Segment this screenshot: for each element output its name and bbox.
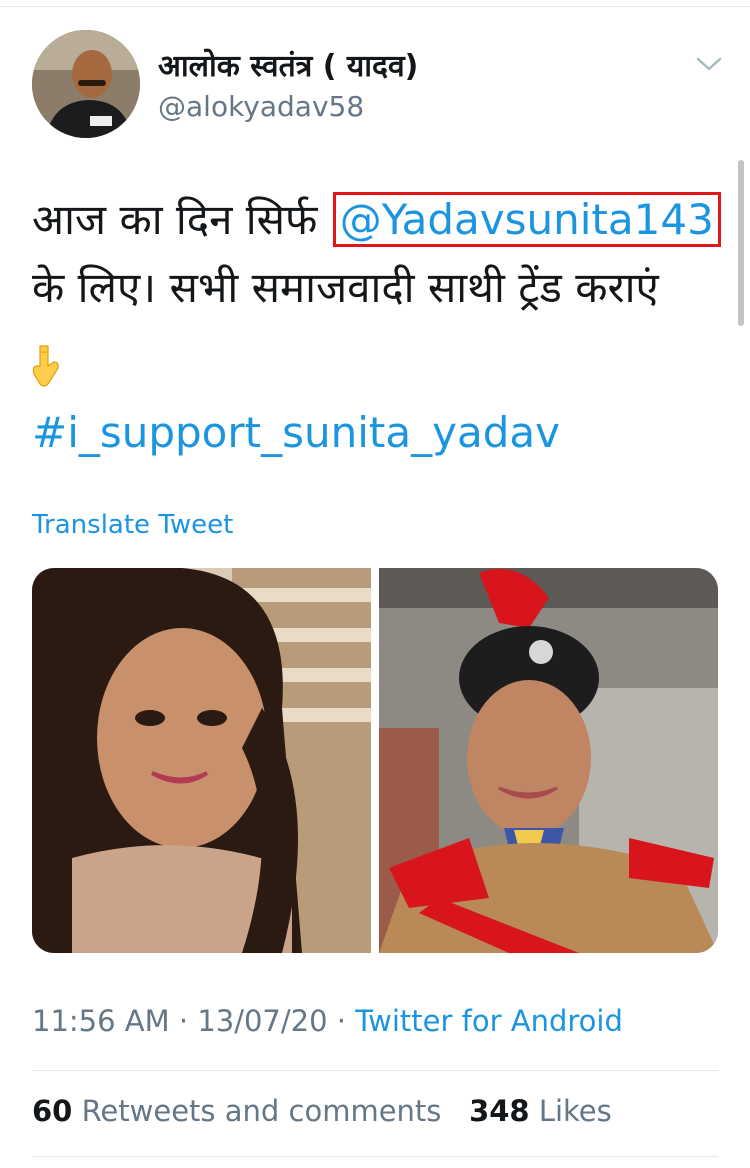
tweet-text: आज का दिन सिर्फ @Yadavsunita143 के लिए। … [32,186,732,390]
scrollbar[interactable] [738,160,744,326]
tweet-text-before: आज का दिन सिर्फ [32,195,318,244]
mention-link[interactable]: @Yadavsunita143 [332,192,721,247]
divider [32,1070,718,1071]
photo-uniform[interactable] [379,568,718,953]
tweet-media [32,568,718,953]
likes-count: 348 [469,1094,530,1128]
likes-label: Likes [538,1094,612,1128]
chevron-down-icon[interactable] [694,54,724,74]
photo-selfie[interactable] [32,568,371,953]
hashtag-link[interactable]: #i_support_sunita_yadav [32,408,560,457]
tweet-date: 13/07/20 [197,1004,328,1038]
divider [32,1156,718,1157]
tweet-text-after: के लिए। सभी समाजवादी साथी ट्रेंड कराएं [32,263,659,312]
retweets-label: Retweets and comments [81,1094,442,1128]
tweet-source-link[interactable]: Twitter for Android [355,1004,623,1038]
tweet-stats: 60 Retweets and comments 348 Likes [32,1094,612,1128]
retweets-stat[interactable]: 60 Retweets and comments [32,1094,441,1128]
translate-tweet-link[interactable]: Translate Tweet [32,510,233,540]
retweets-count: 60 [32,1094,73,1128]
likes-stat[interactable]: 348 Likes [469,1094,612,1128]
author-handle[interactable]: @alokyadav58 [158,90,364,123]
author-name[interactable]: आलोक स्वतंत्र ( यादव) [158,44,418,85]
meta-separator: · [169,1004,198,1038]
avatar[interactable] [32,30,140,138]
meta-separator: · [327,1004,356,1038]
pointing-down-icon [32,340,60,387]
tweet-time: 11:56 AM [32,1004,170,1038]
tweet-metadata: 11:56 AM · 13/07/20 · Twitter for Androi… [32,1004,623,1038]
top-divider [0,6,750,7]
